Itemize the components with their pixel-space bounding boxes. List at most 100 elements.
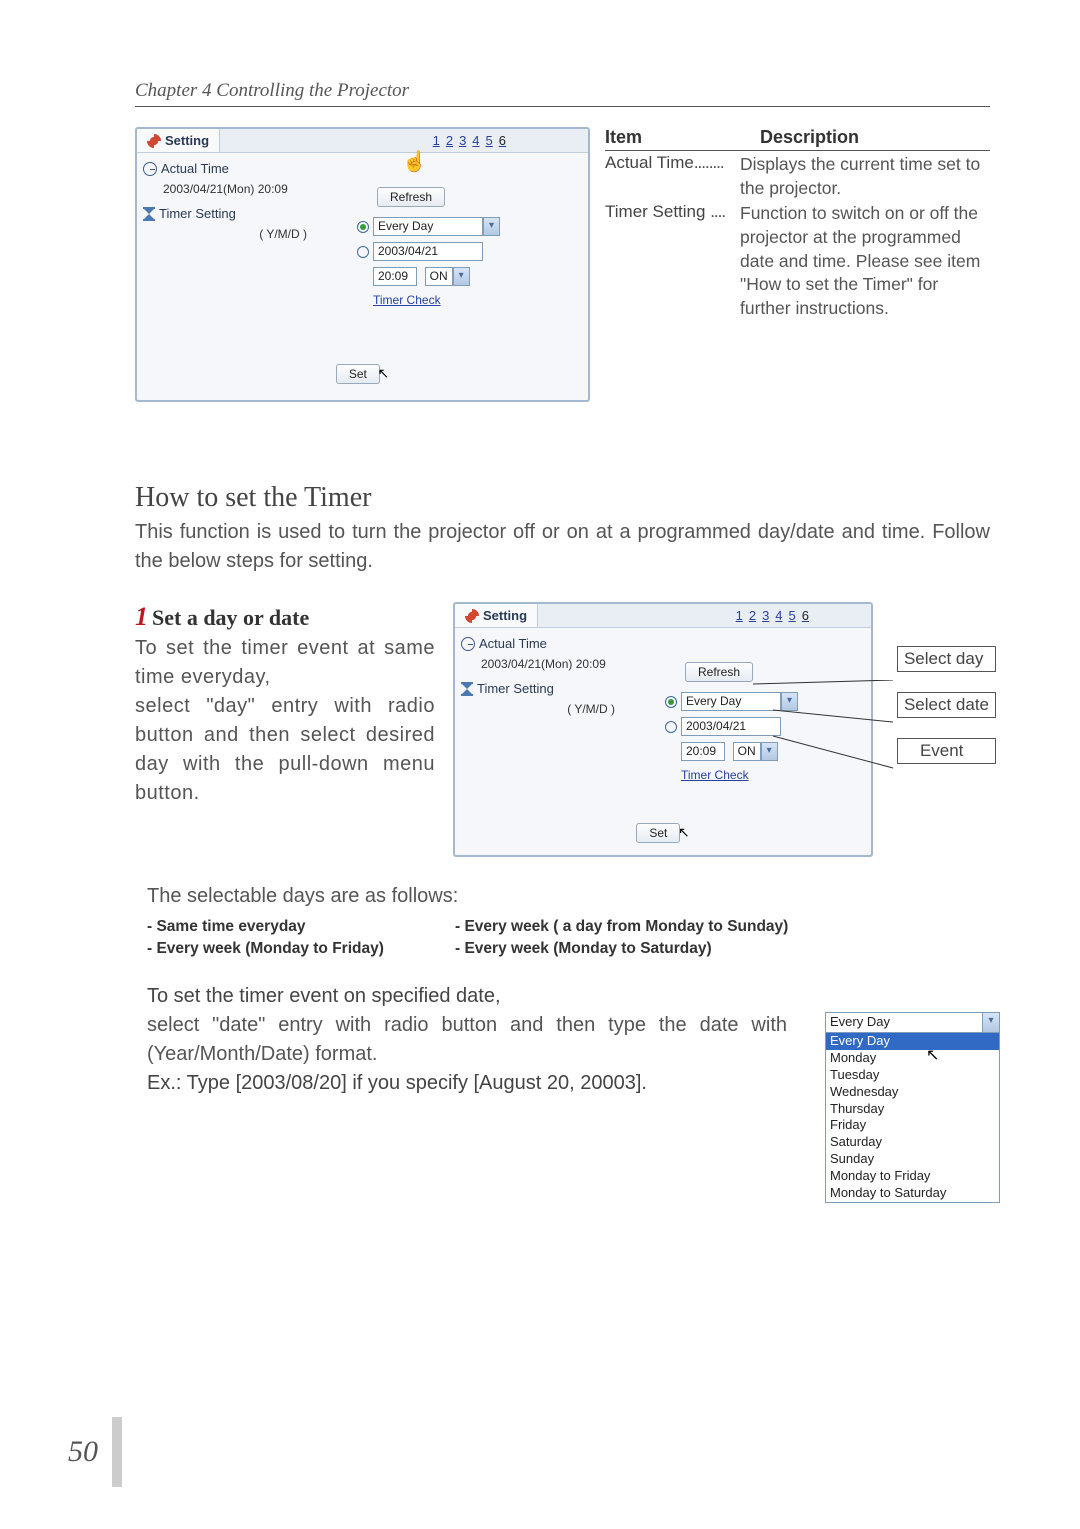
set-button[interactable]: Set bbox=[636, 823, 680, 843]
header-item: Item bbox=[605, 127, 760, 148]
subpage-links[interactable]: 1 2 3 4 5 6 bbox=[724, 604, 821, 627]
section-intro: This function is used to turn the projec… bbox=[135, 518, 990, 576]
chapter-header: Chapter 4 Controlling the Projector bbox=[135, 80, 990, 107]
callout-select-date: Select date bbox=[897, 692, 996, 718]
chevron-down-icon[interactable]: ▾ bbox=[982, 1013, 999, 1032]
timer-setting-label: Timer Setting bbox=[477, 681, 554, 696]
day-opt-1: Same time everyday bbox=[147, 918, 447, 936]
chevron-down-icon[interactable]: ▾ bbox=[781, 692, 798, 711]
page-number-decoration bbox=[112, 1417, 122, 1487]
arrow-cursor-icon: ↖ bbox=[926, 1045, 939, 1065]
date-input[interactable]: 2003/04/21 bbox=[681, 717, 781, 736]
callout-event: Event bbox=[897, 738, 996, 764]
timer-setting-label: Timer Setting bbox=[159, 206, 236, 221]
step-1-line2: select "day" entry with radio button and… bbox=[135, 695, 435, 804]
page-link-1[interactable]: 1 bbox=[734, 608, 745, 623]
desc-timer-setting: Function to switch on or off the project… bbox=[740, 202, 990, 320]
settings-panel-1: Setting 1 2 3 4 5 6 ☝ Actual Time bbox=[135, 127, 590, 402]
page-link-4[interactable]: 4 bbox=[773, 608, 784, 623]
settings-panel-2: Setting 1 2 3 4 5 6 Actu bbox=[453, 602, 873, 857]
page-link-6[interactable]: 6 bbox=[497, 133, 508, 148]
subpage-links[interactable]: 1 2 3 4 5 6 bbox=[421, 129, 518, 152]
step-1-line1: To set the timer event at same time ever… bbox=[135, 637, 435, 688]
chevron-down-icon[interactable]: ▾ bbox=[483, 217, 500, 236]
chevron-down-icon[interactable]: ▾ bbox=[761, 742, 778, 761]
date-para-body: select "date" entry with radio button an… bbox=[147, 1014, 787, 1065]
page-link-2[interactable]: 2 bbox=[747, 608, 758, 623]
step-1-title: 1Set a day or date bbox=[135, 602, 435, 632]
page-link-2[interactable]: 2 bbox=[444, 133, 455, 148]
event-select[interactable]: ON bbox=[733, 742, 761, 761]
time-input[interactable]: 20:09 bbox=[373, 267, 417, 286]
dd-item[interactable]: Monday bbox=[826, 1050, 999, 1067]
page-link-4[interactable]: 4 bbox=[470, 133, 481, 148]
gear-icon bbox=[465, 609, 479, 623]
day-radio[interactable] bbox=[665, 696, 677, 708]
dd-item[interactable]: Monday to Friday bbox=[826, 1168, 999, 1185]
actual-time-label: Actual Time bbox=[479, 636, 547, 651]
day-select[interactable]: Every Day bbox=[373, 217, 483, 236]
dd-item[interactable]: Friday bbox=[826, 1117, 999, 1134]
header-description: Description bbox=[760, 127, 859, 148]
set-button[interactable]: Set bbox=[336, 364, 380, 384]
date-radio[interactable] bbox=[357, 246, 369, 258]
day-radio[interactable] bbox=[357, 221, 369, 233]
dd-item[interactable]: Monday to Saturday bbox=[826, 1185, 999, 1202]
page-number: 50 bbox=[68, 1435, 98, 1469]
tab-label: Setting bbox=[483, 608, 527, 623]
timer-check-link[interactable]: Timer Check bbox=[373, 293, 441, 307]
dd-item[interactable]: Tuesday bbox=[826, 1067, 999, 1084]
event-select[interactable]: ON bbox=[425, 267, 453, 286]
timer-setting-row: Timer Setting bbox=[143, 206, 347, 221]
day-opt-3: Every week (Monday to Friday) bbox=[147, 940, 447, 958]
day-select[interactable]: Every Day bbox=[681, 692, 781, 711]
leader-dots: ........ bbox=[694, 153, 724, 172]
arrow-cursor-icon: ↖ bbox=[678, 824, 690, 840]
tab-setting[interactable]: Setting bbox=[455, 604, 538, 627]
dd-item[interactable]: Wednesday bbox=[826, 1084, 999, 1101]
item-actual-time: Actual Time bbox=[605, 153, 694, 172]
timer-check-link[interactable]: Timer Check bbox=[681, 768, 749, 782]
gear-icon bbox=[147, 134, 161, 148]
hand-cursor-icon: ☝ bbox=[402, 149, 427, 174]
page-link-5[interactable]: 5 bbox=[484, 133, 495, 148]
ymd-label: ( Y/M/D ) bbox=[481, 702, 655, 716]
refresh-button[interactable]: Refresh bbox=[377, 187, 445, 207]
day-opt-2: Every week ( a day from Monday to Sunday… bbox=[455, 918, 835, 936]
dd-item[interactable]: Every Day bbox=[826, 1033, 999, 1050]
day-dropdown-expanded[interactable]: Every Day ▾ Every Day Monday Tuesday Wed… bbox=[825, 1012, 1000, 1203]
page-link-3[interactable]: 3 bbox=[457, 133, 468, 148]
hourglass-icon bbox=[461, 682, 473, 696]
dd-item[interactable]: Sunday bbox=[826, 1151, 999, 1168]
actual-time-value: 2003/04/21(Mon) 20:09 bbox=[163, 182, 347, 196]
dropdown-list[interactable]: Every Day Monday Tuesday Wednesday Thurs… bbox=[826, 1033, 999, 1202]
chevron-down-icon[interactable]: ▾ bbox=[453, 267, 470, 286]
actual-time-value: 2003/04/21(Mon) 20:09 bbox=[481, 657, 655, 671]
date-input[interactable]: 2003/04/21 bbox=[373, 242, 483, 261]
page-link-5[interactable]: 5 bbox=[787, 608, 798, 623]
page-link-3[interactable]: 3 bbox=[760, 608, 771, 623]
actual-time-row: Actual Time bbox=[143, 161, 347, 176]
leader-dots: .... bbox=[710, 202, 725, 221]
callout-select-day: Select day bbox=[897, 646, 996, 672]
dd-item[interactable]: Saturday bbox=[826, 1134, 999, 1151]
desc-actual-time: Displays the current time set to the pro… bbox=[740, 153, 990, 200]
time-input[interactable]: 20:09 bbox=[681, 742, 725, 761]
page-link-6[interactable]: 6 bbox=[800, 608, 811, 623]
dd-item[interactable]: Thursday bbox=[826, 1101, 999, 1118]
actual-time-label: Actual Time bbox=[161, 161, 229, 176]
page-link-1[interactable]: 1 bbox=[431, 133, 442, 148]
days-option-list: Same time everyday Every week ( a day fr… bbox=[147, 918, 990, 958]
arrow-cursor-icon: ↖ bbox=[377, 365, 389, 381]
step-title-text: Set a day or date bbox=[152, 605, 309, 630]
clock-icon bbox=[461, 637, 475, 651]
ymd-label: ( Y/M/D ) bbox=[163, 227, 347, 241]
selectable-days-heading: The selectable days are as follows: bbox=[147, 885, 990, 908]
date-para-title: To set the timer event on specified date… bbox=[147, 985, 501, 1007]
timer-setting-row: Timer Setting bbox=[461, 681, 655, 696]
tab-setting[interactable]: Setting bbox=[137, 129, 220, 152]
dropdown-value: Every Day bbox=[826, 1013, 982, 1032]
date-radio[interactable] bbox=[665, 721, 677, 733]
hourglass-icon bbox=[143, 207, 155, 221]
refresh-button[interactable]: Refresh bbox=[685, 662, 753, 682]
